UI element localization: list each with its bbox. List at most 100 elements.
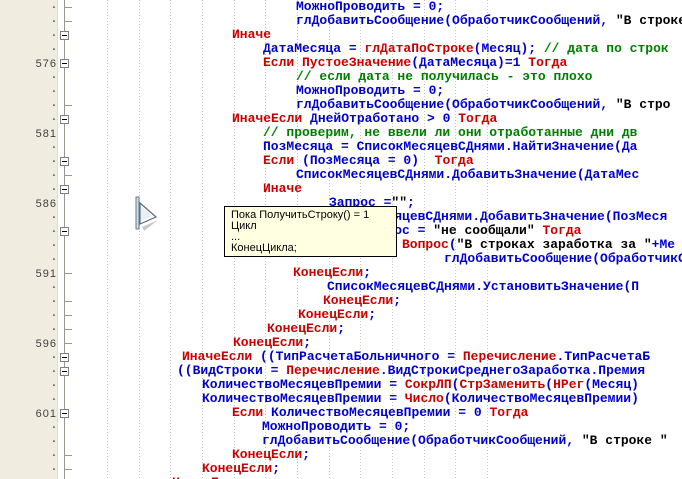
fold-collapse-button[interactable] bbox=[60, 59, 69, 68]
line-number-dot: · bbox=[19, 435, 57, 449]
string-token: "не сообщали" bbox=[433, 224, 534, 238]
code-line[interactable]: Иначе bbox=[0, 182, 682, 196]
identifier-token: ( bbox=[449, 238, 457, 252]
identifier-token: ДнейОтработано > 0 bbox=[310, 112, 458, 126]
tooltip-line-1: Пока ПолучитьСтроку() = 1 Цикл bbox=[231, 210, 390, 232]
fold-tree-line bbox=[64, 0, 65, 479]
identifier-token: ((ВидСтроки = bbox=[177, 364, 286, 378]
fold-collapse-button[interactable] bbox=[60, 367, 69, 376]
line-number-dot: · bbox=[19, 239, 57, 253]
keyword-token: Тогда bbox=[435, 154, 474, 168]
code-line[interactable]: КоличествоМесяцевПремии = СокрЛП(СтрЗаме… bbox=[0, 378, 682, 392]
keyword-token: Тогда bbox=[458, 112, 497, 126]
comment-token: // если дата не получилась - это плохо bbox=[296, 70, 592, 84]
keyword-token: КонецЕсли bbox=[293, 266, 363, 280]
keyword-token: КонецЕсли bbox=[298, 308, 368, 322]
fold-tick bbox=[64, 343, 72, 344]
code-line[interactable]: ИначеЕсли ((ТипРасчетаБольничного = Пере… bbox=[0, 350, 682, 364]
code-line[interactable]: Если ПустоеЗначение(ДатаМесяца)=1 Тогда bbox=[0, 56, 682, 70]
fold-tick bbox=[64, 455, 72, 456]
code-line[interactable]: Если (ПозМесяца = 0) Тогда bbox=[0, 154, 682, 168]
code-line[interactable]: ((ВидСтроки = Перечисление.ВидСтрокиСред… bbox=[0, 364, 682, 378]
code-line[interactable]: Иначе bbox=[0, 28, 682, 42]
code-line[interactable]: СписокМесяцевСДнями.ДобавитьЗначение(Дат… bbox=[0, 168, 682, 182]
identifier-token: ; bbox=[272, 462, 280, 476]
line-number-dot: · bbox=[19, 281, 57, 295]
keyword-token: КонецЕсли bbox=[233, 336, 303, 350]
line-number-dot: · bbox=[19, 1, 57, 15]
identifier-token: ; bbox=[363, 266, 371, 280]
code-line[interactable]: ПозМесяца = СписокМесяцевСДнями.НайтиЗна… bbox=[0, 140, 682, 154]
keyword-token: НРег bbox=[553, 378, 584, 392]
code-line[interactable]: глДобавитьСообщение(ОбработчикСообщений,… bbox=[0, 98, 682, 112]
line-number-dot: · bbox=[19, 99, 57, 113]
code-line[interactable]: // проверим, не ввели ли они отработанны… bbox=[0, 126, 682, 140]
line-number-dot: · bbox=[19, 225, 57, 239]
fold-collapse-button[interactable] bbox=[60, 157, 69, 166]
identifier-token: (ПозМесяца = 0) bbox=[302, 154, 435, 168]
identifier-token: ; bbox=[393, 294, 401, 308]
line-number-dot: · bbox=[19, 351, 57, 365]
code-editor[interactable]: МожноПроводить = 0;глДобавитьСообщение(О… bbox=[0, 0, 682, 479]
fold-collapse-button[interactable] bbox=[60, 31, 69, 40]
keyword-token: Тогда bbox=[489, 406, 528, 420]
fold-collapse-button[interactable] bbox=[60, 115, 69, 124]
keyword-token: Число bbox=[405, 392, 444, 406]
line-number-dot: · bbox=[19, 71, 57, 85]
fold-collapse-button[interactable] bbox=[60, 185, 69, 194]
fold-collapse-button[interactable] bbox=[60, 227, 69, 236]
code-line[interactable]: МожноПроводить = 0; bbox=[0, 84, 682, 98]
fold-tick bbox=[64, 329, 72, 330]
code-line[interactable]: СписокМесяцевСДнями.УстановитьЗначение(П bbox=[0, 280, 682, 294]
code-line[interactable]: ДатаМесяца = глДатаПоСтроке(Месяц); // д… bbox=[0, 42, 682, 56]
keyword-token: Иначе bbox=[232, 28, 271, 42]
code-line[interactable]: КонецЕсли; bbox=[0, 308, 682, 322]
identifier-token: ; bbox=[337, 322, 345, 336]
fold-collapse-button[interactable] bbox=[60, 353, 69, 362]
tooltip-line-3: КонецЦикла; bbox=[231, 243, 390, 254]
line-number-dot: · bbox=[19, 365, 57, 379]
code-line[interactable]: МожноПроводить = 0; bbox=[0, 0, 682, 14]
line-number-dot: · bbox=[19, 29, 57, 43]
code-line[interactable]: КонецЕсли; bbox=[0, 448, 682, 462]
identifier-token: (Месяц) bbox=[584, 378, 639, 392]
line-number-dot: · bbox=[19, 85, 57, 99]
identifier-token: КоличествоМесяцевПремии = 0 bbox=[271, 406, 489, 420]
fold-collapse-button[interactable] bbox=[60, 409, 69, 418]
code-line[interactable]: КонецЕсли; bbox=[0, 336, 682, 350]
fold-tick bbox=[64, 105, 72, 106]
line-number-dot: · bbox=[19, 323, 57, 337]
code-line[interactable]: КонецЕсли; bbox=[0, 322, 682, 336]
code-line[interactable]: КоличествоМесяцевПремии = Число(Количест… bbox=[0, 392, 682, 406]
line-number: 586 bbox=[19, 197, 57, 211]
line-number-dot: · bbox=[19, 43, 57, 57]
keyword-token: Если ПустоеЗначение bbox=[263, 56, 411, 70]
code-line[interactable]: глДобавитьСообщение(ОбработчикСообщений,… bbox=[0, 434, 682, 448]
line-number-dot: · bbox=[19, 449, 57, 463]
keyword-token: Перечисление bbox=[463, 350, 557, 364]
identifier-token: МожноПроводить = 0; bbox=[296, 84, 444, 98]
line-number-dot: · bbox=[19, 15, 57, 29]
code-line[interactable]: КонецЕсли; bbox=[0, 462, 682, 476]
identifier-token: .ТипРасчетаБ bbox=[556, 350, 650, 364]
line-number: 591 bbox=[19, 267, 57, 281]
code-line[interactable]: Если КоличествоМесяцевПремии = 0 Тогда bbox=[0, 406, 682, 420]
fold-tick bbox=[64, 469, 72, 470]
code-line[interactable]: КонецЕсли; bbox=[0, 294, 682, 308]
code-line[interactable]: МожноПроводить = 0; bbox=[0, 420, 682, 434]
identifier-token: ; bbox=[407, 196, 415, 210]
code-line[interactable]: глДобавитьСообщение(ОбработчикСообщений,… bbox=[0, 14, 682, 28]
line-number: 576 bbox=[19, 57, 57, 71]
line-number-dot: · bbox=[19, 155, 57, 169]
identifier-token: ; bbox=[368, 308, 376, 322]
code-line[interactable]: ИначеЕсли ДнейОтработано > 0 Тогда bbox=[0, 112, 682, 126]
identifier-token: глДобавитьСообщение(ОбработчикСообщений, bbox=[296, 98, 616, 112]
code-line[interactable]: // если дата не получилась - это плохо bbox=[0, 70, 682, 84]
string-token: "В стро bbox=[616, 98, 671, 112]
keyword-token: КонецЕсли bbox=[232, 448, 302, 462]
line-number-dot: · bbox=[19, 183, 57, 197]
code-line[interactable]: КонецЕсли; bbox=[0, 266, 682, 280]
line-number-dot: · bbox=[19, 169, 57, 183]
keyword-token: КонецЕсли bbox=[267, 322, 337, 336]
keyword-token: КонецЕсли bbox=[323, 294, 393, 308]
